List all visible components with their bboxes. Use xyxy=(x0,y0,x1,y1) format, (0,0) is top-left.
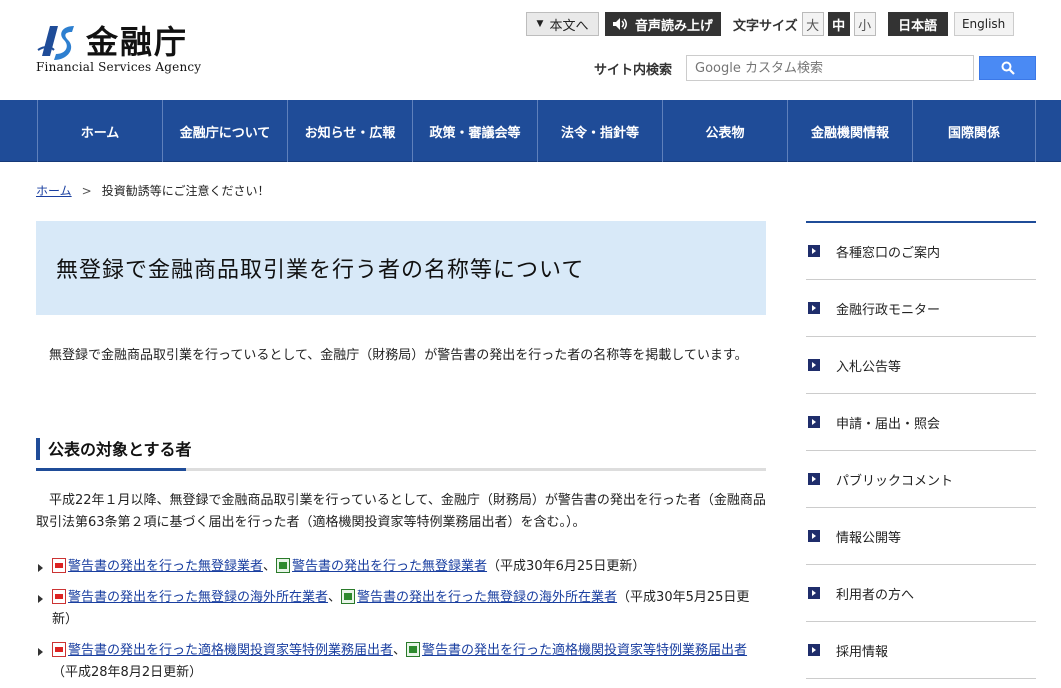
excel-icon xyxy=(406,642,421,657)
nav-item-international[interactable]: 国際関係 xyxy=(913,100,1036,162)
intro-text: 無登録で金融商品取引業を行っているとして、金融庁（財務局）が警告書の発出を行った… xyxy=(49,348,748,363)
arrow-square-icon xyxy=(808,245,820,257)
download-list: 警告書の発出を行った無登録業者、 警告書の発出を行った無登録業者（平成30年6月2… xyxy=(36,556,766,688)
excel-icon xyxy=(276,558,291,573)
pdf-icon xyxy=(52,558,66,573)
sidebar-item-contact[interactable]: 各種窓口のご案内 xyxy=(806,223,1036,280)
logo-subtitle: Financial Services Agency xyxy=(36,60,202,74)
font-size-label: 文字サイズ xyxy=(733,18,798,34)
sidebar-item-applications[interactable]: 申請・届出・照会 xyxy=(806,394,1036,451)
excel-link-qualified[interactable]: 警告書の発出を行った適格機関投資家等特例業務届出者 xyxy=(422,643,747,658)
section-text: 平成22年１月以降、無登録で金融商品取引業を行っているとして、金融庁（財務局）が… xyxy=(36,493,766,530)
site-logo[interactable]: 金融庁 xyxy=(36,17,188,63)
arrow-square-icon xyxy=(808,587,820,599)
bullet-triangle-icon xyxy=(38,595,43,603)
nav-item-home[interactable]: ホーム xyxy=(38,100,163,162)
nav-item-laws[interactable]: 法令・指針等 xyxy=(538,100,663,162)
global-nav: ホーム 金融庁について お知らせ・広報 政策・審議会等 法令・指針等 公表物 金… xyxy=(0,100,1061,162)
nav-item-news[interactable]: お知らせ・広報 xyxy=(288,100,413,162)
page-title-box: 無登録で金融商品取引業を行う者の名称等について xyxy=(36,221,766,315)
search-label: サイト内検索 xyxy=(594,62,673,78)
speaker-icon xyxy=(612,18,627,30)
font-size-medium-button[interactable]: 中 xyxy=(827,12,850,36)
arrow-square-icon xyxy=(808,644,820,656)
breadcrumb-current: 投資勧誘等にご注意ください！ xyxy=(101,184,270,198)
excel-link-unregistered[interactable]: 警告書の発出を行った無登録業者 xyxy=(292,559,487,574)
nav-item-about[interactable]: 金融庁について xyxy=(163,100,288,162)
sidebar-item-bidding[interactable]: 入札公告等 xyxy=(806,337,1036,394)
bullet-triangle-icon xyxy=(38,648,43,656)
pdf-link-qualified[interactable]: 警告書の発出を行った適格機関投資家等特例業務届出者 xyxy=(68,643,393,658)
site-search: サイト内検索 xyxy=(594,55,1037,81)
site-header: 金融庁 Financial Services Agency ▼ 本文へ 音声読み… xyxy=(0,0,1061,100)
breadcrumb-separator: > xyxy=(81,183,92,198)
sidebar-item-label: 採用情報 xyxy=(836,644,889,660)
triangle-down-icon: ▼ xyxy=(536,19,544,29)
header-tools: ▼ 本文へ 音声読み上げ 文字サイズ 大 中 小 日本語 English xyxy=(526,12,1014,36)
sidebar: 各種窓口のご案内 金融行政モニター 入札公告等 申請・届出・照会 パブリックコメ… xyxy=(806,221,1036,679)
list-item: 警告書の発出を行った無登録の海外所在業者、 警告書の発出を行った無登録の海外所在業… xyxy=(36,587,766,631)
page-title: 無登録で金融商品取引業を行う者の名称等について xyxy=(56,258,585,283)
search-input[interactable] xyxy=(686,55,975,81)
pdf-link-overseas[interactable]: 警告書の発出を行った無登録の海外所在業者 xyxy=(68,590,328,605)
lang-japanese-button[interactable]: 日本語 xyxy=(887,12,948,36)
bullet-triangle-icon xyxy=(38,564,43,572)
pdf-icon xyxy=(52,642,66,657)
arrow-square-icon xyxy=(808,302,820,314)
search-button[interactable] xyxy=(979,56,1037,80)
excel-link-overseas[interactable]: 警告書の発出を行った無登録の海外所在業者 xyxy=(357,590,617,605)
skip-to-main-button[interactable]: ▼ 本文へ xyxy=(526,12,599,36)
arrow-square-icon xyxy=(808,416,820,428)
sidebar-item-label: 情報公開等 xyxy=(836,530,902,546)
section-heading-bar xyxy=(36,438,40,460)
voice-reader-button[interactable]: 音声読み上げ xyxy=(605,12,721,36)
nav-item-policy[interactable]: 政策・審議会等 xyxy=(413,100,538,162)
logo-title: 金融庁 xyxy=(86,23,189,61)
list-separator: 、 xyxy=(328,590,342,605)
arrow-square-icon xyxy=(808,473,820,485)
breadcrumb-home-link[interactable]: ホーム xyxy=(36,182,72,199)
update-note: （平成28年8月2日更新） xyxy=(52,665,203,680)
sidebar-item-users[interactable]: 利用者の方へ xyxy=(806,565,1036,622)
list-separator: 、 xyxy=(393,643,407,658)
update-note: （平成30年6月25日更新） xyxy=(487,559,646,574)
section-underline-accent xyxy=(36,468,186,471)
section-heading: 公表の対象とする者 xyxy=(36,435,766,471)
section-title: 公表の対象とする者 xyxy=(48,440,192,459)
nav-item-publications[interactable]: 公表物 xyxy=(663,100,788,162)
font-size-large-button[interactable]: 大 xyxy=(801,12,824,36)
lang-english-button[interactable]: English xyxy=(953,12,1014,36)
sidebar-item-monitor[interactable]: 金融行政モニター xyxy=(806,280,1036,337)
font-size-small-button[interactable]: 小 xyxy=(853,12,876,36)
list-item: 警告書の発出を行った無登録業者、 警告書の発出を行った無登録業者（平成30年6月2… xyxy=(36,556,766,578)
sidebar-item-label: 各種窓口のご案内 xyxy=(836,245,941,261)
sidebar-item-label: 入札公告等 xyxy=(836,359,902,375)
sidebar-item-label: パブリックコメント xyxy=(836,473,954,489)
sidebar-item-public-comment[interactable]: パブリックコメント xyxy=(806,451,1036,508)
skip-to-main-label: 本文へ xyxy=(549,18,589,34)
excel-icon xyxy=(341,589,356,604)
pdf-icon xyxy=(52,589,66,604)
sidebar-item-recruit[interactable]: 採用情報 xyxy=(806,622,1036,679)
arrow-square-icon xyxy=(808,359,820,371)
sidebar-item-disclosure[interactable]: 情報公開等 xyxy=(806,508,1036,565)
arrow-square-icon xyxy=(808,530,820,542)
list-item: 警告書の発出を行った適格機関投資家等特例業務届出者、 警告書の発出を行った適格機関… xyxy=(36,640,766,684)
search-icon xyxy=(1001,61,1015,75)
sidebar-item-label: 金融行政モニター xyxy=(836,302,941,318)
breadcrumb: ホーム > 投資勧誘等にご注意ください！ xyxy=(36,182,269,199)
voice-reader-label: 音声読み上げ xyxy=(634,18,713,34)
list-separator: 、 xyxy=(263,559,277,574)
nav-item-institutions[interactable]: 金融機関情報 xyxy=(788,100,913,162)
pdf-link-unregistered[interactable]: 警告書の発出を行った無登録業者 xyxy=(68,559,263,574)
sidebar-item-label: 申請・届出・照会 xyxy=(836,416,941,432)
fsa-logo-mark-icon xyxy=(37,26,74,60)
sidebar-item-label: 利用者の方へ xyxy=(836,587,915,603)
